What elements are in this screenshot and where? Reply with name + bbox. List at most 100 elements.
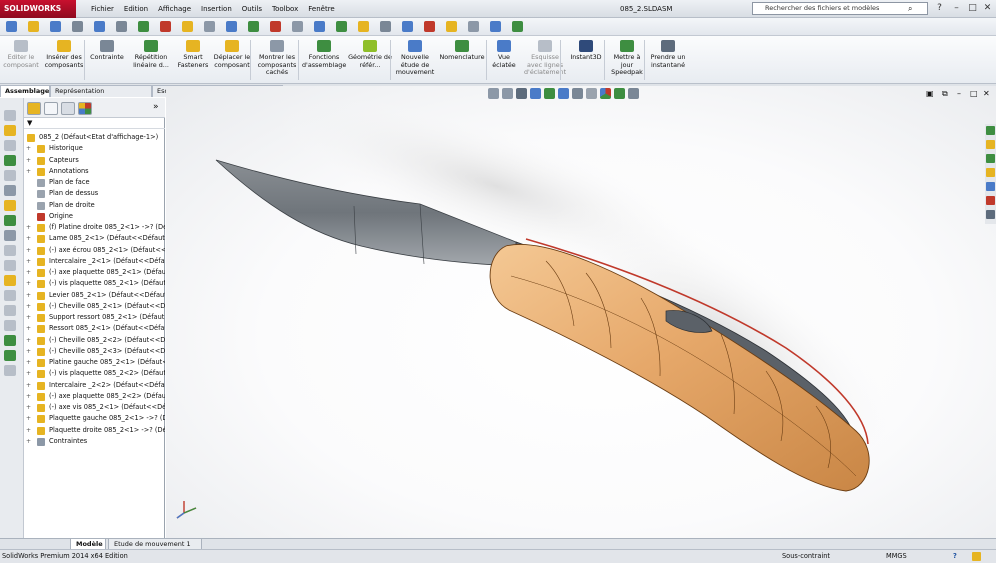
tab-0[interactable]: Assemblage (0, 85, 50, 97)
graphics-area[interactable] (166, 86, 996, 538)
ribbon-button-11[interactable]: Vue éclatée (490, 40, 518, 69)
minimize-icon[interactable]: – (950, 2, 963, 15)
toolbar-icon-14[interactable] (314, 21, 325, 32)
toolbar-icon-22[interactable] (490, 21, 501, 32)
toolbar-icon-13[interactable] (292, 21, 303, 32)
viewport-maximize-icon[interactable]: □ (970, 89, 978, 98)
tree-item[interactable]: + Support ressort 085_2<1> (Défaut< (24, 312, 165, 323)
help-status-icon[interactable]: ? (953, 550, 957, 563)
taskbar-icon-15[interactable] (4, 335, 16, 346)
search-icon[interactable]: ⌕ (908, 4, 912, 14)
tree-item[interactable]: + Platine gauche 085_2<1> (Défaut< (24, 357, 165, 368)
expand-icon[interactable]: + (26, 391, 34, 402)
file-explorer-icon[interactable] (986, 154, 995, 163)
expand-icon[interactable]: + (26, 357, 34, 368)
ribbon-button-10[interactable]: Nomenclature (437, 40, 487, 62)
ribbon-button-4[interactable]: Smart Fasteners (176, 40, 210, 69)
help-icon[interactable]: ? (933, 2, 946, 15)
menu-3[interactable]: Insertion (196, 0, 237, 18)
toolbar-icon-4[interactable] (94, 21, 105, 32)
ribbon-button-3[interactable]: Répétition linéaire d... (128, 40, 174, 69)
tree-item[interactable]: + Plaquette gauche 085_2<1> ->? (D (24, 413, 165, 424)
appearance-tab-icon[interactable] (78, 102, 92, 115)
tree-item[interactable]: + Levier 085_2<1> (Défaut<<Défaut (24, 290, 165, 301)
viewport-minimize-icon[interactable]: – (957, 89, 961, 98)
taskbar-icon-0[interactable] (4, 110, 16, 121)
ribbon-button-9[interactable]: Nouvelle étude de mouvement (395, 40, 435, 77)
taskbar-icon-4[interactable] (4, 170, 16, 181)
tree-item[interactable]: + Intercalaire _2<2> (Défaut<<Défaut (24, 380, 165, 391)
menu-1[interactable]: Edition (119, 0, 153, 18)
taskbar-icon-6[interactable] (4, 200, 16, 211)
expand-icon[interactable]: + (26, 290, 34, 301)
tree-item[interactable]: + Historique (24, 143, 165, 154)
toolbar-icon-21[interactable] (468, 21, 479, 32)
custom-properties-icon[interactable] (986, 210, 995, 219)
tree-item[interactable]: + (-) Cheville 085_2<3> (Défaut<<D (24, 346, 165, 357)
tree-item[interactable]: + Plaquette droite 085_2<1> ->? (Déf (24, 425, 165, 436)
edit-appearance-icon[interactable] (600, 88, 611, 99)
view-palette-icon[interactable] (986, 182, 995, 191)
tree-item[interactable]: + (-) axe vis 085_2<1> (Défaut<<Déf (24, 402, 165, 413)
tab-1[interactable]: Représentation schématique (50, 85, 152, 106)
expand-icon[interactable]: + (26, 143, 34, 154)
tree-item[interactable]: + Capteurs (24, 155, 165, 166)
viewport-restore-icon[interactable]: ⧉ (942, 89, 948, 99)
taskbar-icon-2[interactable] (4, 140, 16, 151)
tree-item[interactable]: Origine (24, 211, 165, 222)
toolbar-icon-9[interactable] (204, 21, 215, 32)
tree-item[interactable]: Plan de droite (24, 200, 165, 211)
tree-item[interactable]: Plan de face (24, 177, 165, 188)
tree-item[interactable]: + (-) axe écrou 085_2<1> (Défaut<<D (24, 245, 165, 256)
ribbon-button-13[interactable]: Instant3D (568, 40, 604, 62)
tree-item[interactable]: + Intercalaire _2<1> (Défaut<<Défaut (24, 256, 165, 267)
configuration-tab-icon[interactable] (61, 102, 75, 115)
toolbar-icon-23[interactable] (512, 21, 523, 32)
expand-icon[interactable]: + (26, 166, 34, 177)
taskbar-icon-12[interactable] (4, 290, 16, 301)
expand-icon[interactable]: + (26, 233, 34, 244)
expand-icon[interactable]: + (26, 312, 34, 323)
taskbar-icon-13[interactable] (4, 305, 16, 316)
zoom-to-area-icon[interactable] (502, 88, 513, 99)
tree-item[interactable]: + (-) vis plaquette 085_2<2> (Défaut (24, 368, 165, 379)
expand-panel-icon[interactable]: » (153, 102, 159, 112)
expand-icon[interactable]: + (26, 335, 34, 346)
tree-item[interactable]: + Contraintes (24, 436, 165, 447)
toolbar-icon-1[interactable] (28, 21, 39, 32)
ribbon-button-8[interactable]: Géométrie de référ... (348, 40, 392, 69)
taskbar-icon-7[interactable] (4, 215, 16, 226)
toolbar-icon-6[interactable] (138, 21, 149, 32)
menu-4[interactable]: Outils (237, 0, 267, 18)
ribbon-button-6[interactable]: Montrer les composants cachés (254, 40, 300, 77)
toolbar-icon-5[interactable] (116, 21, 127, 32)
close-icon[interactable]: ✕ (981, 2, 994, 15)
expand-icon[interactable]: + (26, 222, 34, 233)
ribbon-button-2[interactable]: Contrainte (88, 40, 126, 62)
expand-icon[interactable]: + (26, 301, 34, 312)
expand-icon[interactable]: + (26, 155, 34, 166)
previous-view-icon[interactable] (516, 88, 527, 99)
taskbar-icon-16[interactable] (4, 350, 16, 361)
toolbar-icon-0[interactable] (6, 21, 17, 32)
toolbar-icon-8[interactable] (182, 21, 193, 32)
expand-icon[interactable]: + (26, 346, 34, 357)
taskbar-icon-3[interactable] (4, 155, 16, 166)
menu-6[interactable]: Fenêtre (303, 0, 339, 18)
apply-scene-icon[interactable] (614, 88, 625, 99)
view-settings-icon[interactable] (628, 88, 639, 99)
taskbar-icon-1[interactable] (4, 125, 16, 136)
tree-item[interactable]: + (-) Cheville 085_2<1> (Défaut<<D (24, 301, 165, 312)
expand-icon[interactable]: + (26, 413, 34, 424)
viewport-tile-icon[interactable]: ▣ (926, 89, 934, 98)
tree-filter[interactable]: ▼ (24, 118, 165, 129)
maximize-icon[interactable]: □ (966, 2, 979, 15)
expand-icon[interactable]: + (26, 278, 34, 289)
tree-item[interactable]: + (-) vis plaquette 085_2<1> (Défaut (24, 278, 165, 289)
toolbar-icon-19[interactable] (424, 21, 435, 32)
expand-icon[interactable]: + (26, 256, 34, 267)
knife-model-render[interactable] (166, 86, 996, 538)
toolbar-icon-3[interactable] (72, 21, 83, 32)
section-view-icon[interactable] (530, 88, 541, 99)
toolbar-icon-15[interactable] (336, 21, 347, 32)
